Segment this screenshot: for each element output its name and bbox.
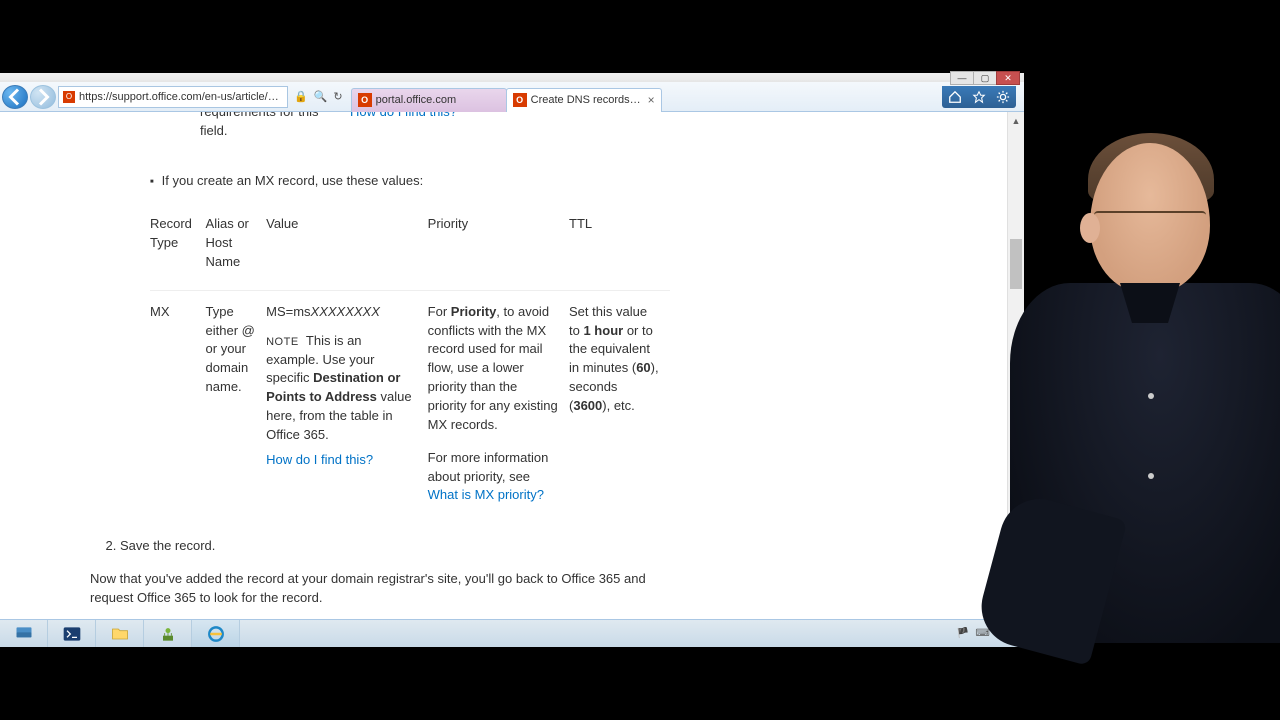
security-lock-icon[interactable]: 🔒: [294, 90, 308, 103]
window-maximize-button[interactable]: ▢: [973, 71, 997, 85]
scroll-thumb[interactable]: [1010, 239, 1022, 289]
value-prefix: MS=ms: [266, 304, 310, 319]
windows-taskbar: 🏴 ⌨ 2016: [0, 619, 1024, 647]
cell-value: MS=msXXXXXXXX NOTE This is an example. U…: [266, 290, 428, 517]
mx-priority-link[interactable]: What is MX priority?: [428, 487, 544, 502]
numbered-steps: Save the record.: [120, 537, 917, 556]
note-text: Different DNS hosts have different requi…: [200, 112, 328, 138]
tools-gear-icon[interactable]: [996, 90, 1010, 104]
ttl-1hour: 1 hour: [583, 323, 623, 338]
tab-favicon-icon: O: [513, 93, 527, 107]
scroll-track[interactable]: [1008, 129, 1024, 625]
step-2: Save the record.: [120, 537, 917, 556]
address-tools: 🔒 🔍 ↻: [294, 90, 343, 103]
ttl-60: 60: [636, 360, 650, 375]
mx-record-heading: If you create an MX record, use these va…: [150, 172, 917, 191]
table-row: MX Type either @ or your domain name. MS…: [150, 290, 670, 517]
th-value: Value: [266, 203, 428, 290]
tab-title: portal.office.com: [376, 94, 500, 106]
window-title-bar: — ▢ ✕: [0, 73, 1024, 82]
address-url-text: https://support.office.com/en-us/article…: [79, 91, 283, 103]
partial-upper-table-row: NOTE Different DNS hosts have different …: [150, 112, 917, 148]
taskbar-tray: 🏴 ⌨ 2016: [957, 620, 1024, 647]
priority-c: For more information about priority, see: [428, 450, 549, 484]
desktop-stage: — ▢ ✕ O https://support.office.com/en-us…: [0, 73, 1280, 647]
tab-title: Create DNS records for Offi...: [531, 94, 644, 106]
th-ttl: TTL: [569, 203, 670, 290]
page-viewport: NOTE Different DNS hosts have different …: [0, 112, 1024, 642]
taskbar-internet-explorer[interactable]: [192, 620, 240, 647]
tab-close-icon[interactable]: ×: [648, 93, 655, 107]
browser-tabs: O portal.office.com O Create DNS records…: [351, 82, 661, 112]
ttl-3600: 3600: [573, 398, 602, 413]
cell-record-type: MX: [150, 290, 206, 517]
home-icon[interactable]: [948, 90, 962, 104]
window-minimize-button[interactable]: —: [950, 71, 974, 85]
mx-values-table: Record Type Alias or Host Name Value Pri…: [150, 203, 670, 517]
paragraph-return-office365: Now that you've added the record at your…: [90, 570, 690, 608]
tray-keyboard-icon[interactable]: ⌨: [975, 628, 989, 639]
th-alias: Alias or Host Name: [206, 203, 267, 290]
favicon-icon: O: [63, 91, 75, 103]
tab-create-dns-records[interactable]: O Create DNS records for Offi... ×: [506, 88, 662, 112]
letterbox-bottom: [0, 647, 1280, 720]
letterbox-top: [0, 0, 1280, 73]
priority-bold: Priority: [451, 304, 497, 319]
how-find-link[interactable]: How do I find this?: [266, 452, 373, 467]
tab-favicon-icon: O: [358, 93, 372, 107]
th-record-type: Record Type: [150, 203, 206, 290]
scroll-up-button[interactable]: ▲: [1008, 112, 1024, 129]
taskbar-powershell[interactable]: [48, 620, 96, 647]
th-priority: Priority: [428, 203, 569, 290]
value-placeholder: XXXXXXXX: [311, 304, 380, 319]
favorites-icon[interactable]: [972, 90, 986, 104]
search-icon[interactable]: 🔍: [314, 90, 328, 103]
page-content: NOTE Different DNS hosts have different …: [0, 112, 1007, 642]
window-close-button[interactable]: ✕: [996, 71, 1020, 85]
refresh-icon[interactable]: ↻: [333, 90, 342, 103]
caption-buttons: — ▢ ✕: [951, 71, 1020, 85]
address-bar[interactable]: O https://support.office.com/en-us/artic…: [58, 86, 288, 108]
tab-portal-office[interactable]: O portal.office.com: [351, 88, 507, 112]
note-label: NOTE: [266, 336, 299, 348]
taskbar-file-explorer[interactable]: [96, 620, 144, 647]
ie-command-bar: [942, 86, 1016, 108]
ie-window: — ▢ ✕ O https://support.office.com/en-us…: [0, 73, 1024, 643]
cell-alias: Type either @ or your domain name.: [206, 290, 267, 517]
ttl-d: ), etc.: [602, 398, 635, 413]
priority-a: For: [428, 304, 451, 319]
tray-flag-icon[interactable]: 🏴: [957, 628, 969, 639]
cell-ttl: Set this value to 1 hour or to the equiv…: [569, 290, 670, 517]
priority-b: , to avoid conflicts with the MX record …: [428, 304, 558, 432]
taskbar-iis-manager[interactable]: [144, 620, 192, 647]
how-find-link[interactable]: How do I find this?: [350, 112, 457, 119]
vertical-scrollbar[interactable]: ▲ ▼: [1007, 112, 1024, 642]
taskbar-server-manager[interactable]: [0, 620, 48, 647]
mx-heading-text: If you create an MX record, use these va…: [162, 172, 424, 191]
tray-clock-text[interactable]: 2016: [996, 628, 1018, 639]
cell-priority: For Priority, to avoid conflicts with th…: [428, 290, 569, 517]
nav-forward-button[interactable]: [30, 85, 56, 109]
browser-nav-bar: O https://support.office.com/en-us/artic…: [0, 82, 1024, 112]
nav-back-button[interactable]: [2, 85, 28, 109]
